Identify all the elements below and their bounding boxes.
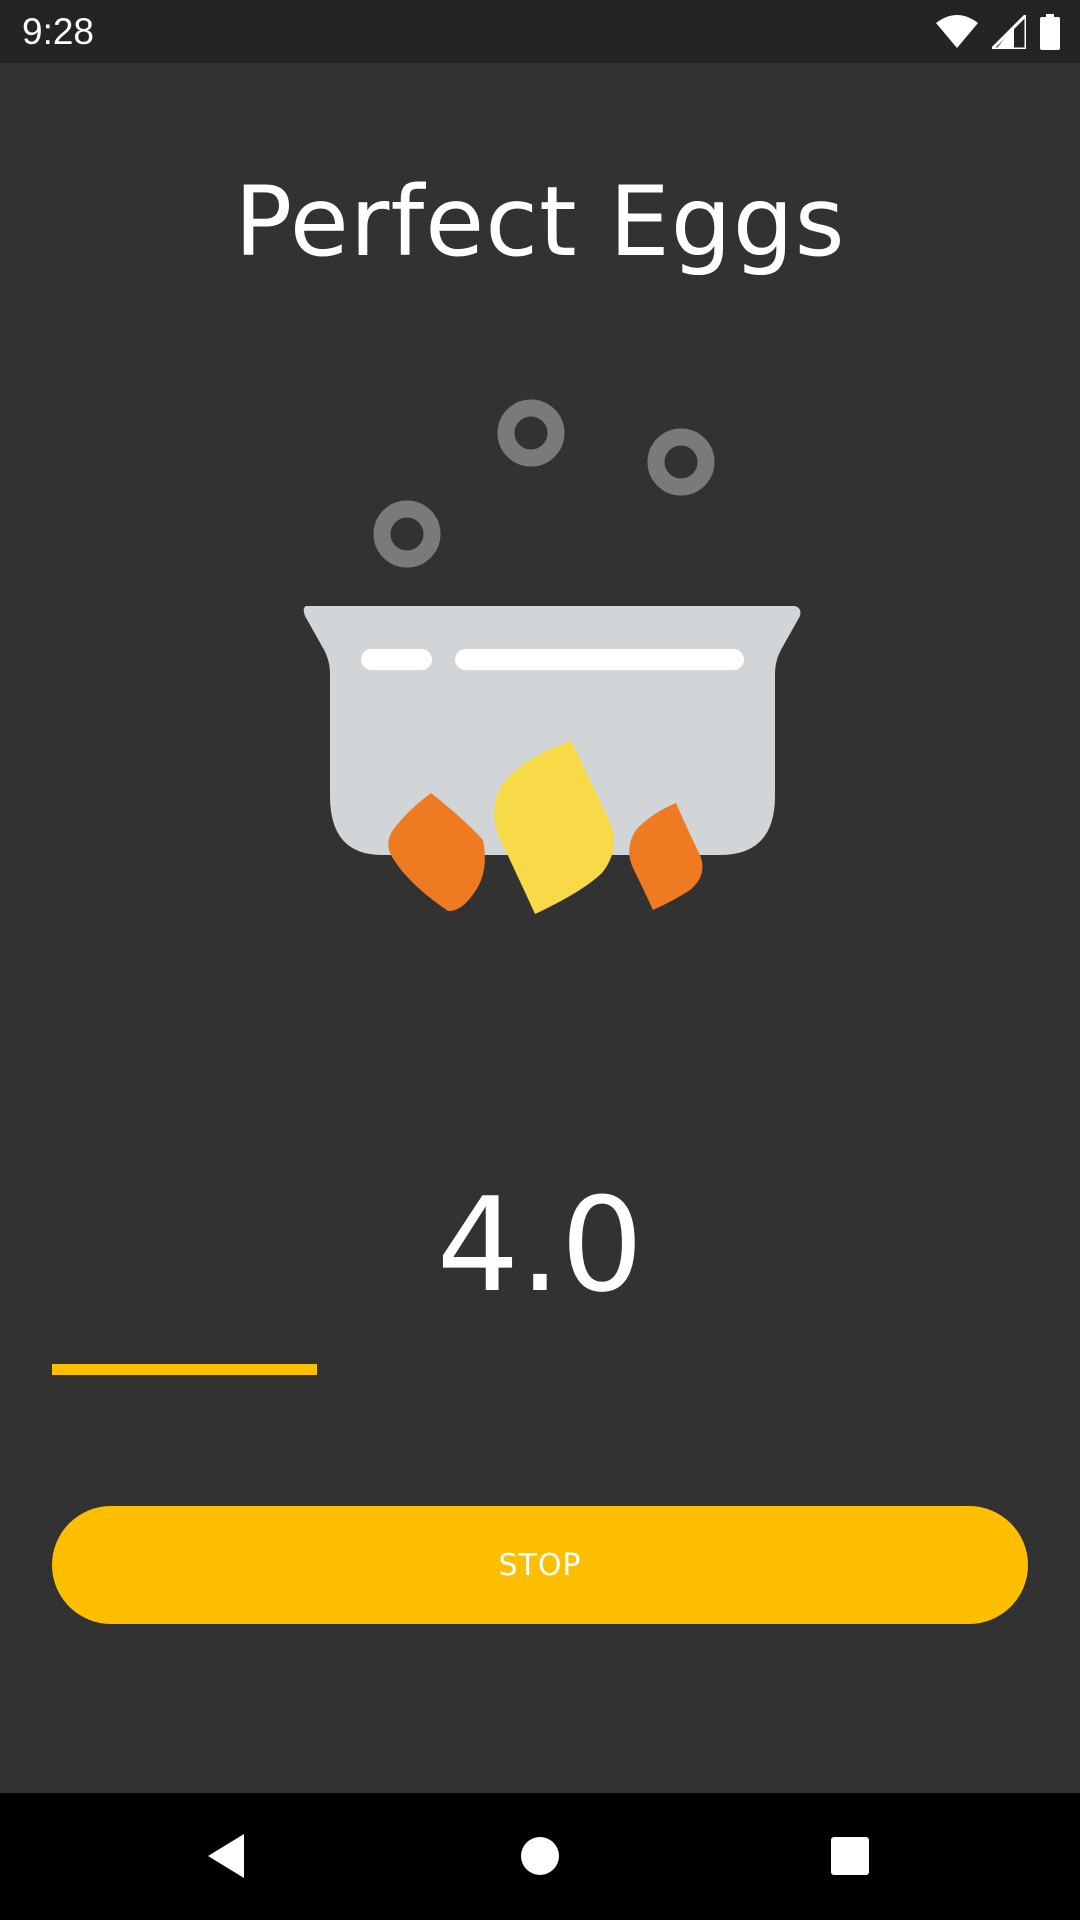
- status-bar: 9:28: [0, 0, 1080, 63]
- recents-button[interactable]: [815, 1821, 885, 1891]
- steam-bubble-icon: [647, 428, 715, 496]
- boiling-pot-illustration: [303, 399, 801, 914]
- navigation-bar: [0, 1793, 1080, 1920]
- status-icons: [936, 12, 1060, 52]
- recents-icon: [831, 1837, 869, 1875]
- home-button[interactable]: [505, 1821, 575, 1891]
- stop-button[interactable]: STOP: [52, 1506, 1028, 1624]
- signal-icon: [992, 15, 1026, 49]
- stop-button-label: STOP: [498, 1547, 582, 1583]
- timer-progress-bar: [52, 1364, 1028, 1375]
- app-title: Perfect Eggs: [234, 166, 846, 278]
- timer-value: 4.0: [436, 1169, 644, 1321]
- steam-bubble-icon: [373, 500, 441, 568]
- back-icon: [208, 1834, 244, 1878]
- timer-progress-fill: [52, 1364, 318, 1375]
- battery-icon: [1040, 14, 1060, 50]
- steam-bubble-icon: [497, 399, 565, 467]
- back-button[interactable]: [191, 1821, 261, 1891]
- status-time: 9:28: [22, 11, 95, 52]
- home-icon: [521, 1837, 559, 1875]
- wifi-icon: [936, 15, 978, 48]
